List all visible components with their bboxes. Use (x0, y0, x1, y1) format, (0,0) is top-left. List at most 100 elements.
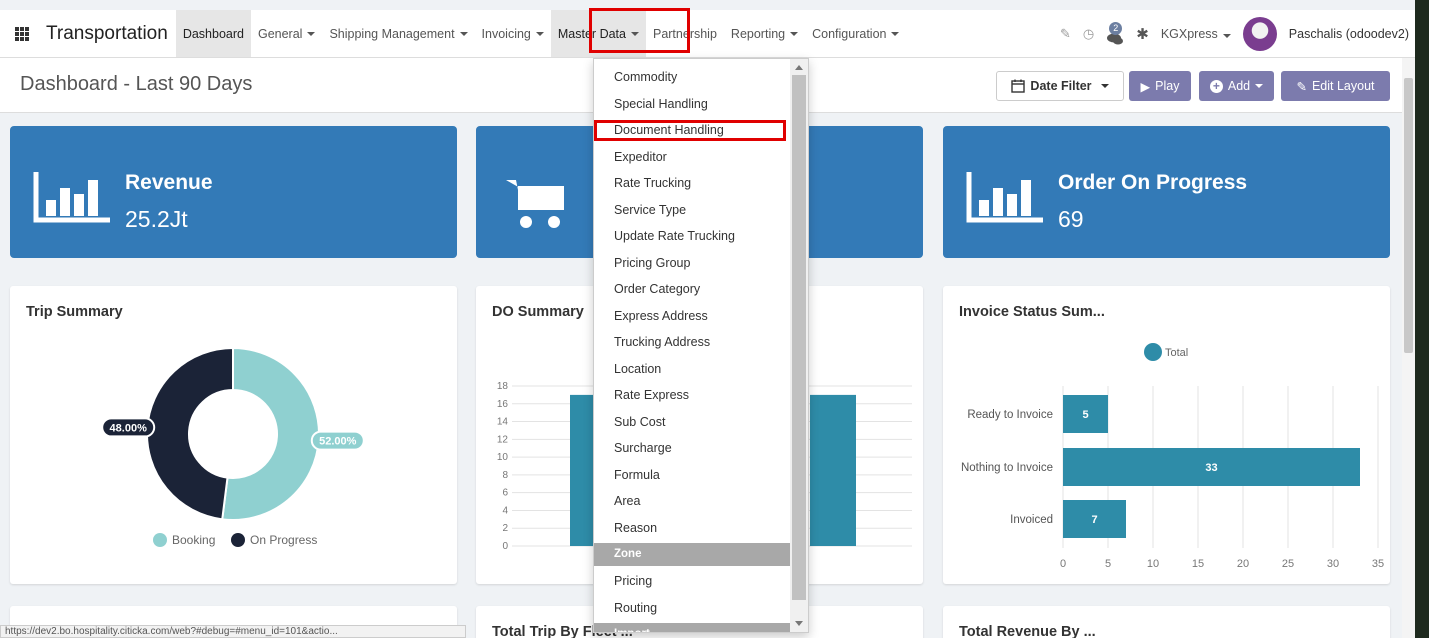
bar-chart-icon (33, 172, 110, 223)
messages-icon[interactable]: 2 (1106, 21, 1124, 45)
legend-label: Booking (172, 533, 215, 547)
caret-down-icon (1255, 84, 1264, 88)
plus-circle-icon: + (1209, 79, 1223, 93)
company-switcher[interactable]: KGXpress (1161, 27, 1231, 41)
scroll-up-arrow-icon[interactable] (795, 65, 803, 70)
y-tick-label: 6 (502, 488, 508, 499)
dropdown-item[interactable]: Special Handling (594, 91, 790, 118)
y-tick-label: 4 (502, 505, 508, 516)
page-title: Dashboard - Last 90 Days (20, 73, 253, 95)
menu-shipping-management[interactable]: Shipping Management (322, 10, 474, 57)
highlight-box-master-data (589, 8, 690, 53)
dropdown-item[interactable]: Location (594, 356, 790, 383)
caret-down-icon (1100, 84, 1109, 88)
donut-slice (146, 346, 234, 521)
dropdown-item[interactable]: Service Type (594, 197, 790, 224)
x-tick-label: 35 (1372, 558, 1384, 570)
kpi-tile-revenue[interactable]: Revenue 25.2Jt (10, 126, 457, 258)
invoice-status-panel: Invoice Status Sum... 0 5 10 15 20 25 30 35 Tota… (943, 286, 1390, 584)
dropdown-item[interactable]: Rate Express (594, 382, 790, 409)
dropdown-item[interactable]: Formula (594, 462, 790, 489)
dropdown-scroll-thumb[interactable] (792, 75, 806, 600)
dropdown-item[interactable]: Expeditor (594, 144, 790, 171)
menu-label: Reporting (730, 26, 786, 41)
dropdown-item[interactable]: Trucking Address (594, 329, 790, 356)
dropdown-item[interactable]: Pricing Group (594, 250, 790, 277)
pencil-icon: ✎ (1296, 79, 1307, 94)
x-tick-label: 5 (1105, 558, 1111, 570)
user-menu[interactable]: Paschalis (odoodev2) (1289, 27, 1409, 41)
donut-slice (221, 346, 320, 521)
menu-configuration[interactable]: Configuration (805, 10, 906, 57)
dropdown-item[interactable]: Rate Trucking (594, 170, 790, 197)
y-tick-label: 0 (502, 541, 508, 552)
y-tick-label: 14 (497, 417, 509, 428)
dropdown-item[interactable]: Order Category (594, 276, 790, 303)
category-label: Ready to Invoice (967, 409, 1053, 421)
clock-icon[interactable]: ◷ (1083, 26, 1094, 42)
legend-swatch (153, 533, 167, 547)
kpi-label: Revenue (125, 171, 213, 194)
bar-value-label: 7 (1091, 514, 1097, 526)
caret-down-icon (790, 31, 799, 36)
dropdown-section-header: Zone (594, 543, 790, 566)
dropdown-item[interactable]: Update Rate Trucking (594, 223, 790, 250)
status-url: https://dev2.bo.hospitality.citicka.com/… (0, 625, 466, 638)
legend-label: Total (1165, 347, 1188, 359)
play-button[interactable]: ▶ Play (1129, 71, 1191, 101)
scroll-down-arrow-icon[interactable] (795, 621, 803, 626)
menu-label: Configuration (812, 26, 887, 41)
dropdown-scrollbar[interactable] (790, 59, 808, 632)
legend-swatch (231, 533, 245, 547)
x-tick-label: 20 (1237, 558, 1249, 570)
edit-layout-button[interactable]: ✎ Edit Layout (1281, 71, 1390, 101)
company-label: KGXpress (1160, 26, 1218, 41)
y-tick-label: 2 (502, 523, 508, 534)
invoice-status-chart: 0 5 10 15 20 25 30 35 Total Ready to Invoice 5 Noth… (961, 343, 1384, 570)
dropdown-list: Commodity Special Handling Document Handli… (594, 64, 790, 632)
page-scrollbar[interactable] (1402, 58, 1415, 638)
total-revenue-panel: Total Revenue By ... (943, 606, 1390, 638)
dropdown-item[interactable]: Reason (594, 515, 790, 542)
donut-data-label: 52.00% (310, 430, 365, 451)
menu-reporting[interactable]: Reporting (724, 10, 805, 57)
app-title[interactable]: Transportation (46, 23, 168, 45)
y-tick-label: 10 (497, 452, 509, 463)
trip-summary-chart: 52.00% 48.00% Booking On Progress (101, 346, 365, 547)
panel-title: Total Revenue By ... (959, 624, 1096, 638)
dropdown-item[interactable]: Routing (594, 595, 790, 622)
avatar[interactable] (1242, 16, 1277, 51)
x-tick-label: 15 (1192, 558, 1204, 570)
dropdown-item[interactable]: Surcharge (594, 435, 790, 462)
master-data-dropdown: Commodity Special Handling Document Handli… (593, 58, 809, 633)
debug-bug-icon[interactable]: ✱ (1136, 25, 1149, 43)
kpi-label: Order On Progress (1058, 171, 1248, 194)
dropdown-item[interactable]: Sub Cost (594, 409, 790, 436)
dropdown-item[interactable]: Express Address (594, 303, 790, 330)
menu-label: General (257, 26, 303, 41)
caret-down-icon (535, 31, 544, 36)
edit-note-icon[interactable]: ✎ (1060, 26, 1071, 42)
caret-down-icon (891, 31, 900, 36)
dropdown-item[interactable]: Pricing (594, 568, 790, 595)
date-filter-button[interactable]: Date Filter (996, 71, 1124, 101)
apps-grid-icon[interactable] (0, 26, 44, 41)
caret-down-icon (1222, 33, 1231, 38)
add-button[interactable]: + Add (1199, 71, 1274, 101)
x-tick-label: 30 (1327, 558, 1339, 570)
dropdown-item[interactable]: Commodity (594, 64, 790, 91)
systray: ✎ ◷ 2 ✱ KGXpress Paschalis (odoodev2) (1060, 10, 1409, 57)
highlight-box-document-handling (594, 120, 786, 141)
menu-dashboard[interactable]: Dashboard (175, 10, 251, 57)
date-filter-label: Date Filter (1030, 79, 1092, 93)
legend-swatch (1144, 343, 1162, 361)
kpi-tile-order-on-progress[interactable]: Order On Progress 69 (943, 126, 1390, 258)
menu-invoicing[interactable]: Invoicing (475, 10, 551, 57)
category-label: Nothing to Invoice (961, 462, 1053, 474)
page-scroll-thumb[interactable] (1404, 78, 1413, 353)
menu-general[interactable]: General (251, 10, 322, 57)
edit-layout-label: Edit Layout (1311, 79, 1375, 93)
legend-label: On Progress (250, 533, 317, 547)
calendar-icon (1011, 79, 1026, 93)
dropdown-item[interactable]: Area (594, 488, 790, 515)
